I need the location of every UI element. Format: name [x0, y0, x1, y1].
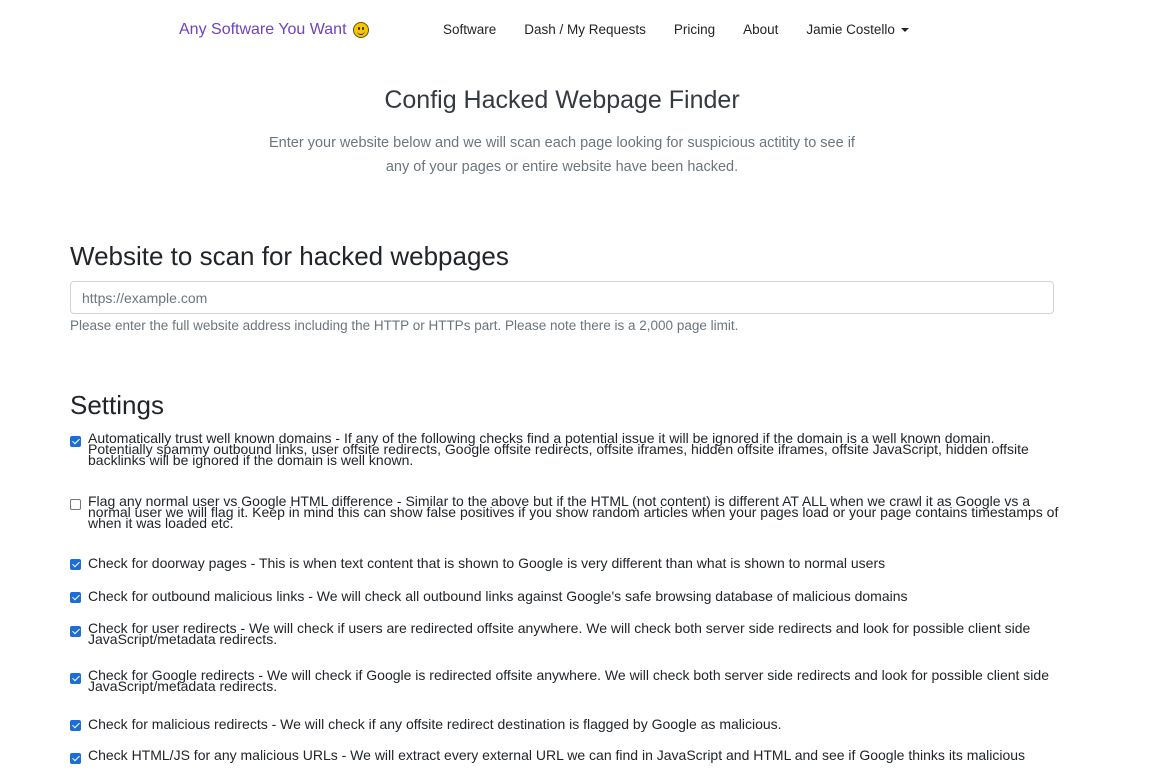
checkbox-trust-known-domains[interactable]: [70, 436, 81, 447]
checkbox-malicious-urls[interactable]: [70, 753, 81, 764]
website-url-input[interactable]: [70, 281, 1054, 314]
page-subtitle: Enter your website below and we will sca…: [269, 135, 855, 175]
smiley-icon: [352, 22, 369, 38]
setting-label: Check for doorway pages - This is when t…: [88, 555, 886, 571]
website-help-text: Please enter the full website address in…: [70, 318, 739, 333]
setting-trust-known-domains[interactable]: Automatically trust well known domains -…: [70, 430, 1060, 468]
setting-label: Check for outbound malicious links - We …: [88, 588, 908, 604]
checkbox-google-redirects[interactable]: [70, 673, 81, 684]
nav-pricing[interactable]: Pricing: [674, 22, 715, 37]
settings-heading: Settings: [70, 390, 164, 420]
setting-label: Automatically trust well known domains -…: [88, 430, 1029, 468]
website-section-heading: Website to scan for hacked webpages: [70, 241, 509, 271]
nav-links: Software Dash / My Requests Pricing Abou…: [443, 22, 909, 37]
caret-down-icon: [900, 28, 909, 32]
setting-label: Flag any normal user vs Google HTML diff…: [88, 493, 1059, 531]
brand-link[interactable]: Any Software You Want: [179, 21, 369, 39]
page-title: Config Hacked Webpage Finder: [384, 86, 740, 114]
setting-outbound-malicious-links[interactable]: Check for outbound malicious links - We …: [70, 588, 1060, 605]
checkbox-outbound-malicious-links[interactable]: [70, 592, 81, 603]
checkbox-malicious-redirects[interactable]: [70, 720, 81, 731]
navbar: Any Software You Want Software Dash / My…: [0, 0, 1158, 62]
setting-doorway-pages[interactable]: Check for doorway pages - This is when t…: [70, 555, 1060, 572]
checkbox-user-redirects[interactable]: [70, 626, 81, 637]
setting-label: Check HTML/JS for any malicious URLs - W…: [88, 747, 1026, 763]
nav-software[interactable]: Software: [443, 22, 496, 37]
setting-google-redirects[interactable]: Check for Google redirects - We will che…: [70, 667, 1060, 694]
setting-label: Check for user redirects - We will check…: [88, 620, 1031, 647]
setting-malicious-redirects[interactable]: Check for malicious redirects - We will …: [70, 716, 1060, 733]
setting-malicious-urls[interactable]: Check HTML/JS for any malicious URLs - W…: [70, 747, 1060, 764]
nav-dash-my-requests[interactable]: Dash / My Requests: [524, 22, 646, 37]
user-name: Jamie Costello: [806, 22, 895, 37]
checkbox-doorway-pages[interactable]: [70, 559, 81, 570]
setting-user-redirects[interactable]: Check for user redirects - We will check…: [70, 620, 1060, 647]
user-menu[interactable]: Jamie Costello: [806, 22, 909, 37]
setting-label: Check for malicious redirects - We will …: [88, 716, 782, 732]
nav-about[interactable]: About: [743, 22, 778, 37]
brand-name: Any Software You Want: [179, 21, 347, 38]
setting-label: Check for Google redirects - We will che…: [88, 667, 1049, 694]
setting-flag-html-difference[interactable]: Flag any normal user vs Google HTML diff…: [70, 493, 1060, 531]
checkbox-flag-html-difference[interactable]: [70, 499, 81, 510]
